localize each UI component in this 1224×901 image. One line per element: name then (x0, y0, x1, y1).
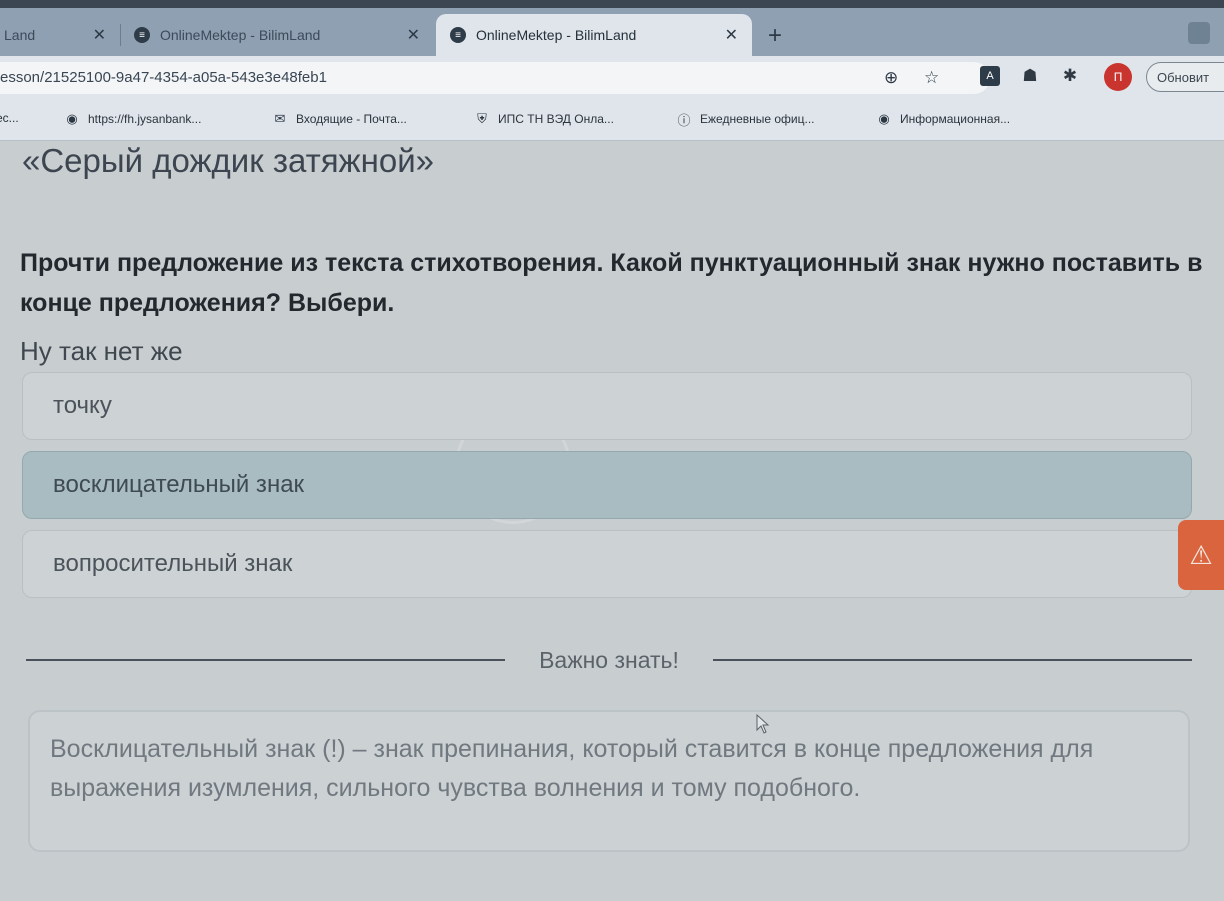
answer-option-1[interactable]: точку (22, 372, 1192, 440)
puzzle-icon[interactable]: ✱ (1058, 64, 1082, 88)
bookmark-item[interactable]: ◉ https://fh.jysanbank... (64, 111, 201, 127)
bookmark-item[interactable]: ес... (0, 111, 19, 125)
option-label: вопросительный знак (53, 550, 293, 577)
bookmark-item[interactable]: ⛨ ИПС ТН ВЭД Онла... (474, 111, 614, 127)
tab-title: OnlineMektep - BilimLand (476, 27, 637, 43)
zoom-icon[interactable]: ⊕ (884, 68, 898, 88)
url-text[interactable]: esson/21525100-9a47-4354-a05a-543e3e48fe… (0, 69, 327, 86)
info-box: Восклицательный знак (!) – знак препинан… (28, 710, 1190, 852)
divider-line (712, 659, 1192, 661)
omnibox[interactable]: esson/21525100-9a47-4354-a05a-543e3e48fe… (0, 62, 990, 94)
answer-option-2-selected[interactable]: восклицательный знак (22, 451, 1192, 519)
bookmarks-bar: ес... ◉ https://fh.jysanbank... ✉ Входящ… (0, 102, 1224, 141)
bookmark-item[interactable]: ◉ Информационная... (876, 111, 1010, 127)
close-icon[interactable]: ✕ (93, 25, 106, 45)
report-problem-button[interactable]: ⚠ (1178, 520, 1224, 590)
pdf-extension-icon[interactable]: A (980, 66, 1000, 86)
tab-strip: Land ✕ ≡ OnlineMektep - BilimLand ✕ ≡ On… (0, 8, 1224, 56)
bookmark-item[interactable]: ⓘ Ежедневные офиц... (676, 111, 815, 128)
info-circle-icon: ⓘ (677, 112, 691, 128)
tab-title: OnlineMektep - BilimLand (160, 27, 321, 43)
shield-icon: ⛨ (477, 111, 487, 126)
question-text: Прочти предложение из текста стихотворен… (20, 249, 1203, 317)
important-divider: Важно знать! (26, 640, 1192, 680)
close-icon[interactable]: ✕ (407, 25, 420, 45)
profile-avatar[interactable]: П (1104, 63, 1132, 91)
bookmark-label: Входящие - Почта... (296, 112, 407, 126)
answer-option-3[interactable]: вопросительный знак (22, 530, 1192, 598)
bilimland-icon: ≡ (450, 27, 466, 43)
info-text: Восклицательный знак (!) – знак препинан… (50, 735, 1094, 802)
new-tab-button[interactable]: + (768, 22, 782, 50)
divider-line (26, 659, 506, 661)
warning-icon: ⚠ (1189, 539, 1213, 570)
option-label: восклицательный знак (53, 471, 305, 498)
lesson-title: «Серый дождик затяжной» (22, 142, 435, 179)
globe-icon: ◉ (66, 111, 78, 126)
bookmark-label: Информационная... (900, 112, 1011, 126)
bilimland-icon: ≡ (134, 27, 150, 43)
divider-label: Важно знать! (539, 646, 679, 673)
mail-icon: ✉ (274, 111, 286, 126)
window-control-button[interactable] (1188, 22, 1210, 44)
bookmark-label: ес... (0, 111, 19, 125)
star-icon[interactable]: ☆ (924, 68, 939, 88)
bookmark-item[interactable]: ✉ Входящие - Почта... (272, 111, 407, 127)
tab-title: Land (4, 27, 36, 43)
close-icon[interactable]: ✕ (725, 25, 738, 45)
globe-icon: ◉ (878, 111, 890, 126)
bookmark-label: Ежедневные офиц... (700, 112, 815, 126)
browser-tab-2[interactable]: ≡ OnlineMektep - BilimLand ✕ (120, 14, 434, 56)
bookmark-label: https://fh.jysanbank... (88, 112, 202, 126)
browser-tab-1[interactable]: Land ✕ (0, 14, 121, 56)
update-button[interactable]: Обновит (1146, 62, 1224, 92)
sentence-text: Ну так нет же (20, 336, 183, 366)
option-label: точку (53, 392, 112, 419)
browser-tab-3-active[interactable]: ≡ OnlineMektep - BilimLand ✕ (436, 14, 752, 56)
mouse-cursor-icon (756, 714, 770, 734)
bookmark-label: ИПС ТН ВЭД Онла... (498, 112, 614, 126)
extension-icon[interactable]: ☗ (1018, 64, 1042, 88)
